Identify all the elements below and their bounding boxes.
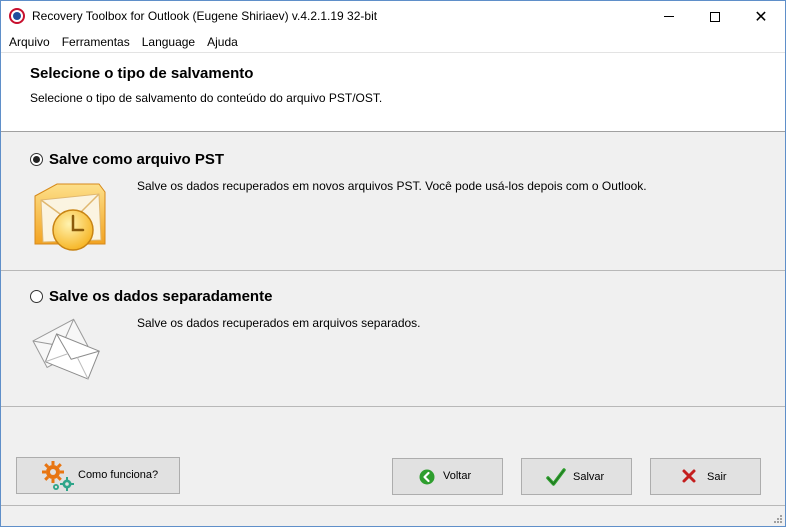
minimize-icon	[664, 16, 674, 17]
menu-ajuda[interactable]: Ajuda	[201, 35, 244, 49]
wizard-footer: Como funciona? Voltar Salvar Sair	[1, 408, 785, 506]
app-logo-icon	[9, 8, 25, 24]
menu-bar: Arquivo Ferramentas Language Ajuda	[1, 32, 785, 52]
option-title[interactable]: Salve como arquivo PST	[49, 151, 224, 168]
close-button[interactable]: ✕	[738, 1, 784, 32]
close-icon: ✕	[754, 6, 768, 26]
option-description: Salve os dados recuperados em novos arqu…	[137, 179, 647, 193]
back-button[interactable]: Voltar	[392, 458, 503, 495]
back-arrow-icon	[419, 469, 435, 485]
resize-grip-icon[interactable]	[772, 513, 782, 523]
page-title: Selecione o tipo de salvamento	[30, 65, 254, 82]
menu-arquivo[interactable]: Arquivo	[3, 35, 56, 49]
exit-label: Sair	[707, 471, 727, 483]
maximize-button[interactable]	[692, 1, 738, 32]
option-title[interactable]: Salve os dados separadamente	[49, 288, 272, 305]
app-window: Recovery Toolbox for Outlook (Eugene Shi…	[0, 0, 786, 527]
page-subtitle: Selecione o tipo de salvamento do conteú…	[30, 91, 383, 105]
outlook-envelope-clock-icon	[34, 183, 106, 251]
option-save-separately[interactable]: Salve os dados separadamente Salve os da…	[1, 271, 785, 407]
option-save-pst[interactable]: Salve como arquivo PST Salve os dados re…	[1, 132, 785, 271]
save-button[interactable]: Salvar	[521, 458, 632, 495]
title-bar[interactable]: Recovery Toolbox for Outlook (Eugene Shi…	[1, 1, 785, 32]
radio-save-separately[interactable]	[30, 290, 43, 303]
status-bar	[1, 506, 785, 526]
wizard-header: Selecione o tipo de salvamento Selecione…	[1, 52, 785, 132]
option-description: Salve os dados recuperados em arquivos s…	[137, 316, 421, 330]
menu-language[interactable]: Language	[136, 35, 201, 49]
exit-x-icon	[682, 469, 696, 483]
exit-button[interactable]: Sair	[650, 458, 761, 495]
how-it-works-button[interactable]: Como funciona?	[16, 457, 180, 494]
how-it-works-label: Como funciona?	[78, 469, 159, 481]
gears-icon	[42, 461, 74, 491]
envelopes-icon	[32, 318, 100, 380]
menu-ferramentas[interactable]: Ferramentas	[56, 35, 136, 49]
maximize-icon	[710, 11, 720, 22]
radio-save-pst[interactable]	[30, 153, 43, 166]
save-label: Salvar	[573, 471, 605, 483]
checkmark-icon	[546, 468, 566, 486]
back-label: Voltar	[443, 470, 472, 482]
window-title: Recovery Toolbox for Outlook (Eugene Shi…	[32, 9, 378, 23]
minimize-button[interactable]	[646, 1, 692, 32]
